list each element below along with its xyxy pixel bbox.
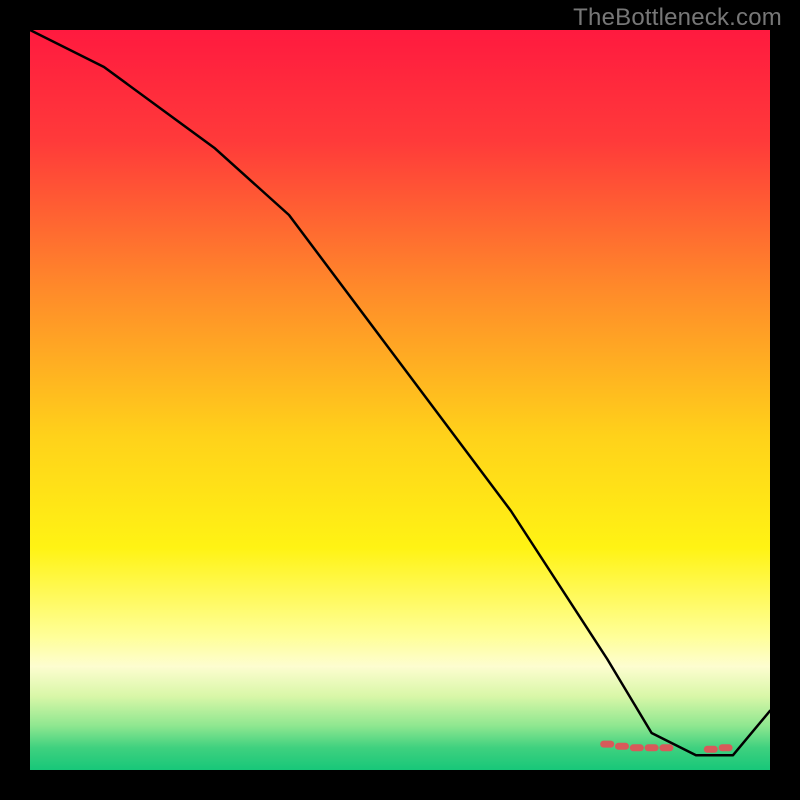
plot-area [30, 30, 770, 770]
marker-optimal-range [645, 744, 659, 751]
marker-optimal-range [600, 741, 614, 748]
marker-optimal-range [704, 746, 718, 753]
marker-optimal-range [719, 744, 733, 751]
marker-optimal-range [615, 743, 629, 750]
attribution-text: TheBottleneck.com [573, 4, 782, 32]
gradient-background [30, 30, 770, 770]
marker-optimal-range [630, 744, 644, 751]
chart-svg [30, 30, 770, 770]
chart-container: TheBottleneck.com [0, 0, 800, 800]
marker-optimal-range [659, 744, 673, 751]
